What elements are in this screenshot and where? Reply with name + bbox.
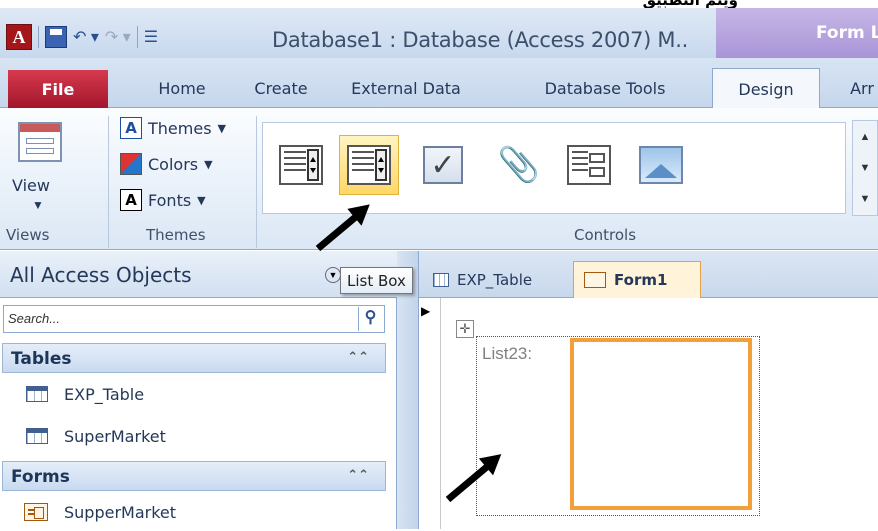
record-selector-arrow-icon: ▶ bbox=[421, 304, 431, 318]
check-box-button[interactable]: ✓ bbox=[413, 135, 473, 195]
table-icon bbox=[26, 428, 48, 444]
chevron-down-icon: ▼ bbox=[204, 157, 213, 171]
nav-item-label: SuperMarket bbox=[64, 426, 166, 446]
doc-tab-exp-table[interactable]: EXP_Table bbox=[423, 261, 542, 298]
tooltip: List Box bbox=[340, 267, 413, 294]
controls-group-label: Controls bbox=[574, 226, 637, 244]
colors-button[interactable]: Colors ▼ bbox=[120, 150, 213, 178]
more-icon[interactable]: ▼ bbox=[860, 193, 871, 205]
list-box-control[interactable] bbox=[570, 338, 752, 510]
nav-search-input[interactable]: Search... ⚲ bbox=[3, 305, 385, 333]
qat-separator bbox=[38, 26, 39, 48]
tab-arrange[interactable]: Arr bbox=[842, 68, 878, 108]
table-icon bbox=[26, 386, 48, 402]
list-box-icon bbox=[347, 145, 391, 185]
subform-button[interactable] bbox=[559, 135, 619, 195]
move-handle-icon[interactable]: ✛ bbox=[456, 320, 474, 338]
chevron-down-icon: ▼ bbox=[32, 198, 44, 212]
undo-icon[interactable]: ↶ ▾ bbox=[73, 27, 99, 47]
doc-tab-label: EXP_Table bbox=[457, 270, 533, 289]
gallery-scroll[interactable]: ▲ ▼ ▼ bbox=[852, 120, 878, 216]
image-icon bbox=[639, 146, 683, 184]
nav-group-label: Tables bbox=[11, 349, 72, 369]
doc-tab-form1[interactable]: Form1 bbox=[573, 261, 701, 298]
nav-pane-header[interactable]: All Access Objects ▼ bbox=[0, 251, 397, 298]
nav-pane-title: All Access Objects bbox=[10, 263, 192, 287]
chevron-down-icon: ▼ bbox=[217, 121, 226, 135]
document-tabs: EXP_Table Form1 bbox=[419, 251, 878, 298]
ribbon-tabs: File Home Create External Data Database … bbox=[0, 58, 878, 109]
tab-external-data[interactable]: External Data bbox=[336, 68, 476, 108]
contextual-tab-label: Form La bbox=[816, 23, 878, 43]
form-icon bbox=[24, 503, 48, 521]
tab-create[interactable]: Create bbox=[246, 68, 316, 108]
fonts-icon: A bbox=[120, 189, 142, 211]
themes-icon: A bbox=[120, 117, 142, 139]
collapse-icon: ⌃⌃ bbox=[347, 468, 369, 483]
chevron-up-icon[interactable]: ▲ bbox=[860, 131, 871, 143]
view-icon bbox=[18, 122, 62, 162]
redo-icon[interactable]: ↷ ▾ bbox=[105, 27, 131, 47]
list-box-button[interactable] bbox=[339, 135, 399, 195]
chevron-down-icon: ▼ bbox=[197, 193, 206, 207]
nav-item-label: EXP_Table bbox=[64, 384, 145, 404]
search-placeholder: Search... bbox=[8, 311, 61, 326]
nav-item-label: SupperMarket bbox=[64, 502, 177, 522]
views-group-label: Views bbox=[6, 226, 50, 244]
nav-item-suppermarket[interactable]: SupperMarket bbox=[2, 493, 386, 531]
image-button[interactable] bbox=[631, 135, 691, 195]
colors-icon bbox=[120, 153, 142, 175]
group-separator bbox=[256, 116, 257, 248]
subform-icon bbox=[567, 145, 611, 185]
nav-group-forms[interactable]: Forms ⌃⌃ bbox=[2, 461, 386, 491]
contextual-tab-header: Form La bbox=[716, 8, 878, 58]
combo-box-button[interactable] bbox=[271, 135, 331, 195]
form-icon bbox=[584, 272, 606, 288]
themes-label: Themes bbox=[148, 118, 212, 138]
cropped-header-text: ويتم التطبيق bbox=[0, 0, 878, 8]
qat-separator-2 bbox=[136, 26, 138, 48]
list-box-label[interactable]: List23: bbox=[482, 344, 532, 364]
view-button-label: View bbox=[12, 176, 50, 195]
tab-database-tools[interactable]: Database Tools bbox=[520, 68, 690, 108]
tab-design[interactable]: Design bbox=[712, 68, 820, 109]
chevron-down-icon[interactable]: ▼ bbox=[860, 162, 871, 174]
nav-item-exp-table[interactable]: EXP_Table bbox=[2, 375, 386, 413]
combo-box-icon bbox=[279, 145, 323, 185]
nav-item-supermarket[interactable]: SuperMarket bbox=[2, 417, 386, 455]
navigation-pane: All Access Objects ▼ Search... ⚲ Tables ⌃… bbox=[0, 251, 397, 529]
tab-home[interactable]: Home bbox=[132, 68, 232, 108]
colors-label: Colors bbox=[148, 154, 199, 174]
access-app-icon[interactable]: A bbox=[6, 24, 32, 50]
collapse-icon: ⌃⌃ bbox=[347, 350, 369, 365]
attachment-button[interactable]: 📎 bbox=[489, 135, 549, 195]
attachment-icon: 📎 bbox=[497, 146, 541, 184]
ribbon: View ▼ Views A Themes ▼ Colors ▼ A Fonts ▼ … bbox=[0, 108, 878, 250]
nav-group-label: Forms bbox=[11, 467, 70, 487]
quick-access-toolbar: A ↶ ▾ ↷ ▾ ☰ bbox=[6, 24, 158, 50]
doc-tab-label: Form1 bbox=[614, 271, 668, 289]
fonts-label: Fonts bbox=[148, 190, 192, 210]
chevron-down-icon[interactable]: ▼ bbox=[325, 267, 341, 283]
check-box-icon: ✓ bbox=[423, 146, 463, 184]
tab-file[interactable]: File bbox=[8, 70, 108, 108]
controls-gallery: ✓ 📎 bbox=[262, 122, 846, 214]
view-button[interactable]: View ▼ bbox=[6, 116, 92, 218]
fonts-button[interactable]: A Fonts ▼ bbox=[120, 186, 206, 214]
themes-group-label: Themes bbox=[146, 226, 206, 244]
form-record-selector[interactable] bbox=[419, 298, 441, 529]
customize-qat-icon[interactable]: ☰ bbox=[144, 27, 158, 47]
save-icon[interactable] bbox=[45, 26, 67, 48]
nav-group-tables[interactable]: Tables ⌃⌃ bbox=[2, 343, 386, 373]
table-icon bbox=[433, 272, 449, 287]
group-separator bbox=[108, 116, 109, 248]
search-icon[interactable]: ⚲ bbox=[358, 307, 382, 331]
themes-button[interactable]: A Themes ▼ bbox=[120, 114, 226, 142]
window-title: Database1 : Database (Access 2007) M.. bbox=[272, 28, 689, 52]
